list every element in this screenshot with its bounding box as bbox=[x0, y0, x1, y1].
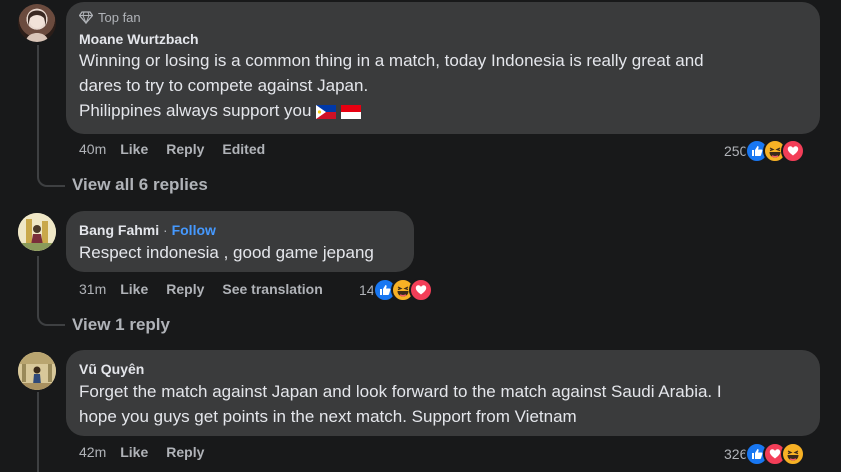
comment-actions: 40m Like Reply Edited bbox=[79, 141, 265, 157]
comment-text: Respect indonesia , good game jepang bbox=[79, 243, 374, 262]
love-reaction-icon bbox=[408, 278, 433, 302]
avatar[interactable] bbox=[18, 352, 56, 390]
like-button[interactable]: Like bbox=[120, 444, 148, 460]
philippines-flag-icon bbox=[316, 104, 337, 119]
separator-dot: · bbox=[163, 222, 168, 238]
reaction-count: 326 bbox=[724, 446, 748, 462]
top-fan-badge: Top fan bbox=[79, 8, 807, 26]
comment-text-line: dares to try to compete against Japan. bbox=[79, 76, 369, 95]
thread-connector bbox=[37, 256, 65, 326]
edited-label[interactable]: Edited bbox=[222, 141, 265, 157]
comment-text-line: Winning or losing is a common thing in a… bbox=[79, 51, 704, 70]
reaction-summary[interactable]: 326 bbox=[724, 442, 806, 466]
badge-label: Top fan bbox=[98, 9, 141, 25]
reaction-summary[interactable]: 250 bbox=[724, 139, 806, 163]
avatar-image bbox=[18, 213, 56, 251]
comment-text-line3: Philippines always support you bbox=[79, 101, 312, 120]
comment-bubble: Top fan Moane Wurtzbach Winning or losin… bbox=[66, 2, 820, 134]
like-button[interactable]: Like bbox=[120, 141, 148, 157]
thread-line bbox=[37, 392, 39, 472]
reaction-summary[interactable]: 14 bbox=[359, 278, 433, 302]
comment-timestamp[interactable]: 40m bbox=[79, 141, 106, 157]
thread-connector bbox=[37, 45, 65, 187]
comment-actions: 31m Like Reply See translation bbox=[79, 281, 341, 297]
comment-author-row: Bang Fahmi · Follow bbox=[79, 221, 401, 239]
comment-text-line: Forget the match against Japan and look … bbox=[79, 382, 722, 401]
diamond-icon bbox=[79, 10, 93, 24]
comment-author[interactable]: Bang Fahmi bbox=[79, 222, 159, 238]
indonesia-flag-icon bbox=[340, 104, 361, 119]
like-button[interactable]: Like bbox=[120, 281, 148, 297]
comment-timestamp[interactable]: 42m bbox=[79, 444, 106, 460]
comment-author[interactable]: Vũ Quyên bbox=[79, 360, 807, 378]
avatar[interactable] bbox=[18, 213, 56, 251]
view-replies-link[interactable]: View 1 reply bbox=[72, 315, 170, 335]
love-reaction-icon bbox=[781, 139, 806, 163]
comment-author[interactable]: Moane Wurtzbach bbox=[79, 30, 807, 48]
comment-text: Winning or losing is a common thing in a… bbox=[79, 48, 807, 123]
view-replies-link[interactable]: View all 6 replies bbox=[72, 175, 208, 195]
reply-button[interactable]: Reply bbox=[166, 141, 204, 157]
see-translation-button[interactable]: See translation bbox=[222, 281, 322, 297]
follow-button[interactable]: Follow bbox=[172, 222, 216, 238]
comment-actions: 42m Like Reply bbox=[79, 444, 222, 460]
comment-timestamp[interactable]: 31m bbox=[79, 281, 106, 297]
comment-bubble: Vũ Quyên Forget the match against Japan … bbox=[66, 350, 820, 436]
comment-text-line: hope you guys get points in the next mat… bbox=[79, 407, 577, 426]
reaction-count: 250 bbox=[724, 143, 748, 159]
comment-bubble: Bang Fahmi · Follow Respect indonesia , … bbox=[66, 211, 414, 272]
avatar-image bbox=[26, 10, 48, 42]
avatar[interactable] bbox=[18, 4, 56, 42]
comment-text-line: Philippines always support you bbox=[79, 98, 807, 123]
comment-text: Forget the match against Japan and look … bbox=[79, 379, 807, 429]
avatar-image bbox=[18, 352, 56, 390]
haha-reaction-icon bbox=[781, 442, 806, 466]
reply-button[interactable]: Reply bbox=[166, 444, 204, 460]
reply-button[interactable]: Reply bbox=[166, 281, 204, 297]
